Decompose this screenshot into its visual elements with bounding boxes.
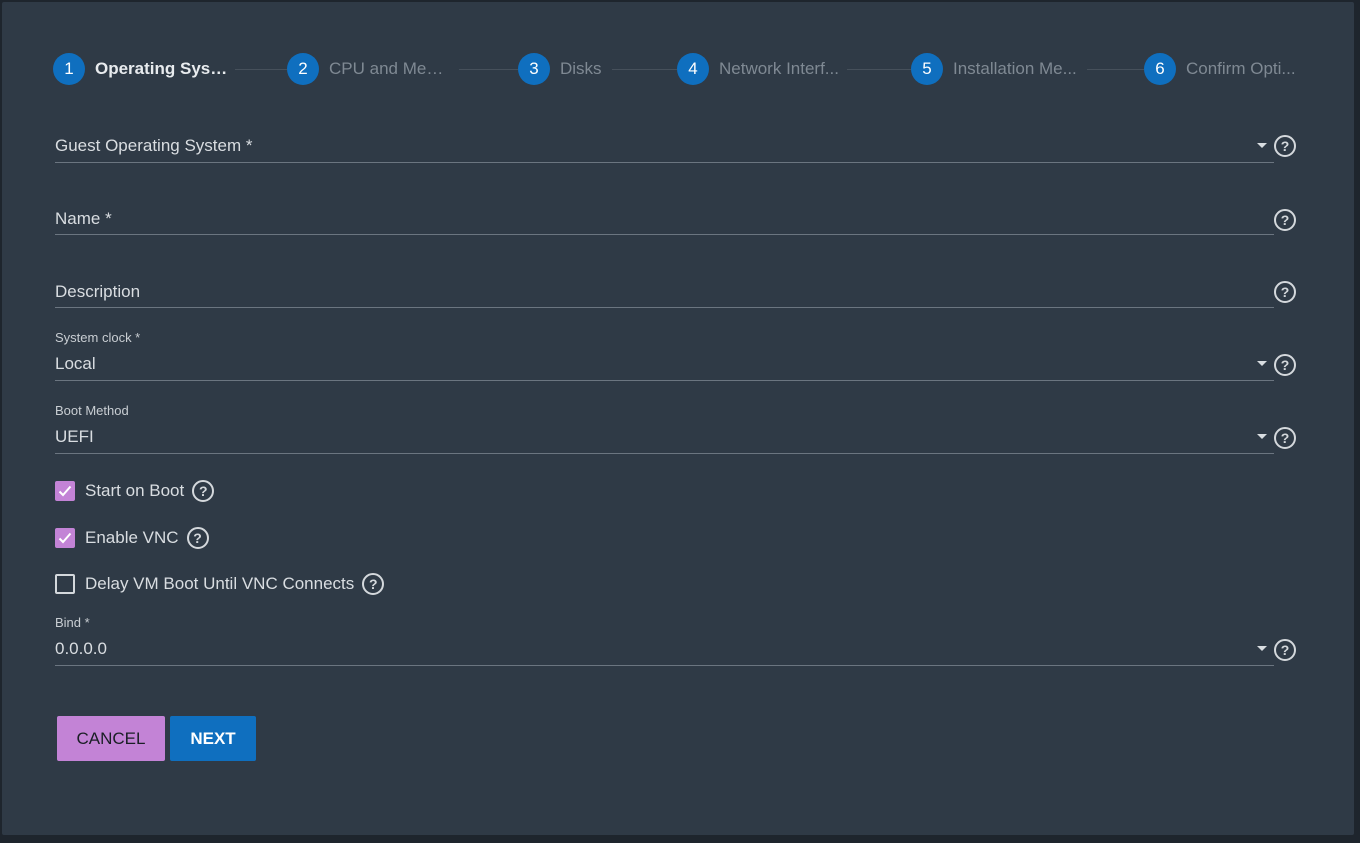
help-icon[interactable]: ? (1274, 427, 1296, 449)
chevron-down-icon (1257, 361, 1267, 366)
step-number: 1 (53, 53, 85, 85)
chevron-down-icon (1257, 143, 1267, 148)
step-number: 6 (1144, 53, 1176, 85)
enable-vnc-row: Enable VNC ? (55, 526, 209, 550)
guest-os-select[interactable]: Guest Operating System * (55, 126, 1274, 163)
help-icon[interactable]: ? (1274, 209, 1296, 231)
system-clock-select[interactable]: Local (55, 346, 1274, 381)
system-clock-label: System clock * (55, 330, 141, 345)
step-disks[interactable]: 3 Disks (518, 53, 612, 85)
enable-vnc-checkbox[interactable] (55, 528, 75, 548)
wizard-stepper: 1 Operating Syst... 2 CPU and Mem... 3 D… (53, 53, 1297, 85)
boot-method-value: UEFI (55, 427, 94, 446)
start-on-boot-checkbox[interactable] (55, 481, 75, 501)
step-label: Network Interf... (719, 59, 839, 78)
name-label: Name * (55, 209, 112, 228)
step-label: Installation Me... (953, 59, 1077, 78)
bind-select[interactable]: 0.0.0.0 (55, 631, 1274, 666)
start-on-boot-row: Start on Boot ? (55, 479, 215, 503)
step-cpu-and-memory[interactable]: 2 CPU and Mem... (287, 53, 459, 85)
start-on-boot-label: Start on Boot (85, 481, 185, 500)
step-installation-media[interactable]: 5 Installation Me... (911, 53, 1087, 85)
checkmark-icon (58, 532, 72, 544)
chevron-down-icon (1257, 434, 1267, 439)
system-clock-value: Local (55, 354, 96, 373)
enable-vnc-label: Enable VNC (85, 528, 179, 547)
help-icon[interactable]: ? (192, 480, 215, 502)
guest-os-label: Guest Operating System * (55, 136, 253, 155)
checkmark-icon (58, 485, 72, 497)
bind-label: Bind * (55, 615, 90, 630)
step-label: CPU and Mem... (329, 59, 453, 78)
delay-vm-boot-label: Delay VM Boot Until VNC Connects (85, 574, 355, 593)
description-label: Description (55, 282, 141, 301)
step-label: Disks (560, 59, 602, 78)
cancel-button[interactable]: CANCEL (57, 716, 165, 761)
help-icon[interactable]: ? (1274, 281, 1296, 303)
delay-vm-boot-row: Delay VM Boot Until VNC Connects ? (55, 572, 385, 596)
step-operating-system[interactable]: 1 Operating Syst... (53, 53, 235, 85)
help-icon[interactable]: ? (1274, 135, 1296, 157)
step-confirm-options[interactable]: 6 Confirm Opti... (1144, 53, 1297, 85)
help-icon[interactable]: ? (362, 573, 385, 595)
chevron-down-icon (1257, 646, 1267, 651)
step-number: 5 (911, 53, 943, 85)
description-input[interactable]: Description (55, 272, 1274, 308)
step-connector-line (53, 69, 1297, 70)
step-number: 3 (518, 53, 550, 85)
step-number: 4 (677, 53, 709, 85)
step-label: Operating Syst... (95, 59, 229, 78)
step-network-interface[interactable]: 4 Network Interf... (677, 53, 847, 85)
step-number: 2 (287, 53, 319, 85)
delay-vm-boot-checkbox[interactable] (55, 574, 75, 594)
step-label: Confirm Opti... (1186, 59, 1296, 78)
boot-method-select[interactable]: UEFI (55, 419, 1274, 454)
help-icon[interactable]: ? (1274, 639, 1296, 661)
boot-method-label: Boot Method (55, 403, 129, 418)
vm-wizard-card: 1 Operating Syst... 2 CPU and Mem... 3 D… (2, 2, 1354, 835)
next-button[interactable]: NEXT (170, 716, 256, 761)
name-input[interactable]: Name * (55, 199, 1274, 235)
help-icon[interactable]: ? (1274, 354, 1296, 376)
bind-value: 0.0.0.0 (55, 639, 107, 658)
help-icon[interactable]: ? (186, 527, 209, 549)
